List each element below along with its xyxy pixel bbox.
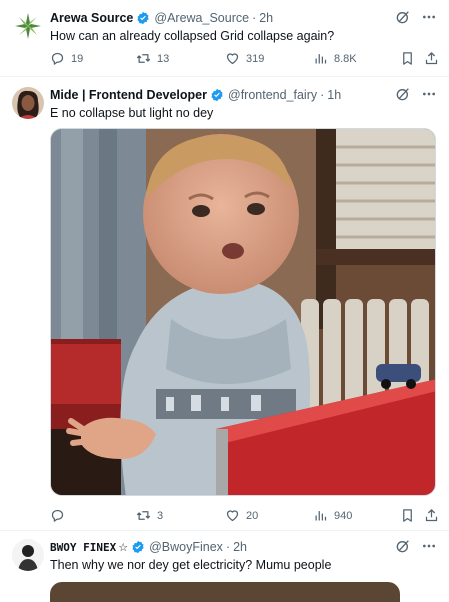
like-button[interactable]: 20 (225, 508, 258, 523)
author-name[interactable]: Mide | Frontend Developer (50, 88, 207, 102)
tweet-text: Then why we nor dey get electricity? Mum… (50, 558, 332, 572)
avatar[interactable] (12, 87, 44, 119)
like-icon (226, 53, 239, 65)
more-icon[interactable] (421, 9, 437, 25)
share-icon (425, 509, 438, 522)
separator-dot: · (320, 88, 325, 102)
author-name-suffix: ☆ (118, 541, 129, 554)
retweet-count: 3 (157, 509, 164, 522)
retweet-icon (136, 54, 151, 63)
grok-icon[interactable] (395, 9, 411, 25)
author-handle[interactable]: @frontend_fairy (228, 88, 317, 102)
grok-icon[interactable] (395, 86, 411, 102)
bookmark-button[interactable] (400, 508, 415, 523)
verified-icon (211, 88, 223, 102)
reply-button[interactable]: 19 (50, 51, 83, 66)
share-icon (425, 52, 438, 65)
baby-meme-photo (51, 129, 435, 495)
tweet-top-actions (395, 86, 437, 102)
more-icon[interactable] (421, 86, 437, 102)
reply-button[interactable] (50, 508, 71, 523)
tweet-media-image[interactable] (50, 128, 436, 496)
author-handle[interactable]: @BwoyFinex (149, 540, 223, 554)
timestamp[interactable]: 2h (259, 11, 273, 25)
tweet-header: Arewa Source @Arewa_Source · 2h (50, 11, 273, 25)
verified-icon (132, 540, 144, 554)
tweet-media-preview[interactable] (50, 582, 400, 602)
separator-dot: · (225, 540, 231, 554)
retweet-button[interactable]: 3 (136, 508, 163, 523)
avatar[interactable] (12, 10, 44, 42)
bookmark-button[interactable] (400, 51, 415, 66)
retweet-button[interactable]: 13 (136, 51, 169, 66)
avatar[interactable] (12, 539, 44, 571)
more-icon[interactable] (421, 538, 437, 554)
timestamp[interactable]: 1h (327, 88, 341, 102)
share-button[interactable] (424, 51, 439, 66)
reply-count: 19 (71, 52, 84, 65)
retweet-count: 13 (157, 52, 170, 65)
views-count: 8.8K (334, 52, 357, 65)
profile-photo (12, 539, 44, 571)
tweet-frontend-fairy[interactable]: Mide | Frontend Developer @frontend_fair… (0, 77, 449, 527)
verified-icon (137, 11, 149, 25)
separator-dot: · (252, 11, 257, 25)
bookmark-icon (403, 52, 412, 65)
like-count: 20 (246, 509, 259, 522)
retweet-icon (136, 511, 151, 520)
tweet-text: How can an already collapsed Grid collap… (50, 29, 335, 43)
views-button[interactable]: 940 (313, 508, 352, 523)
tweet-bwoy-finex[interactable]: BWOY FINEX ☆ @BwoyFinex · 2h Then why we… (0, 531, 449, 602)
grok-icon[interactable] (395, 538, 411, 554)
tweet-top-actions (395, 538, 437, 554)
views-icon (315, 511, 327, 521)
profile-photo (12, 87, 44, 119)
reply-icon (51, 509, 64, 522)
share-button[interactable] (424, 508, 439, 523)
reply-icon (51, 52, 64, 65)
bookmark-icon (403, 509, 412, 522)
like-icon (226, 510, 239, 522)
views-icon (315, 54, 327, 64)
tweet-text: E no collapse but light no dey (50, 106, 214, 120)
like-count: 319 (246, 52, 265, 65)
views-button[interactable]: 8.8K (313, 51, 357, 66)
author-name[interactable]: Arewa Source (50, 11, 133, 25)
author-handle[interactable]: @Arewa_Source (154, 11, 249, 25)
views-count: 940 (334, 509, 353, 522)
author-name[interactable]: BWOY FINEX (50, 541, 116, 554)
tweet-top-actions (395, 9, 437, 25)
tweet-header: Mide | Frontend Developer @frontend_fair… (50, 88, 341, 102)
tweet-actions: 19 13 319 8.8K (50, 51, 440, 67)
arewa-logo-icon (15, 13, 41, 39)
like-button[interactable]: 319 (225, 51, 264, 66)
tweet-arewa-source[interactable]: Arewa Source @Arewa_Source · 2h How can … (0, 0, 449, 76)
timestamp[interactable]: 2h (233, 540, 247, 554)
tweet-header: BWOY FINEX ☆ @BwoyFinex · 2h (50, 540, 247, 554)
tweet-actions: 3 20 940 (50, 508, 440, 524)
